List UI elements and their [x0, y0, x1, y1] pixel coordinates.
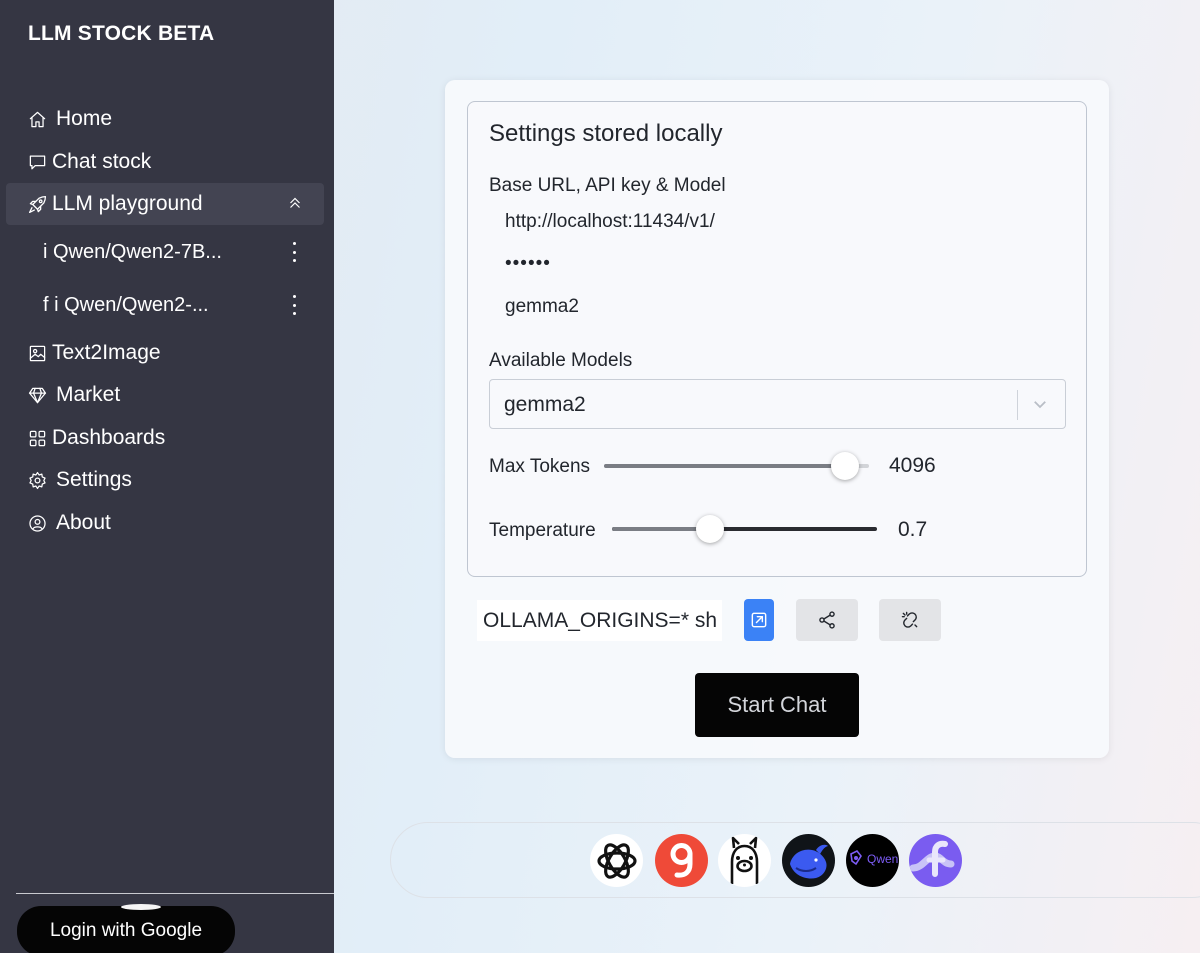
select-separator [1017, 390, 1018, 420]
llama-icon [730, 836, 759, 884]
unlink-button[interactable] [879, 599, 941, 641]
deepseek-logo[interactable] [782, 834, 835, 887]
max-tokens-slider[interactable] [604, 452, 869, 480]
whale-icon [790, 844, 828, 879]
provider-9-logo[interactable] [655, 834, 708, 887]
sidebar-subitem[interactable]: i Qwen/Qwen2-7B... [6, 230, 324, 274]
base-url-input[interactable] [505, 211, 1045, 233]
sidebar-subitem-label: i Qwen/Qwen2-7B... [43, 240, 222, 263]
sidebar-item-label: LLM playground [52, 192, 203, 215]
connection-label: Base URL, API key & Model [489, 175, 726, 196]
openai-icon [596, 842, 637, 879]
slider-fill [604, 464, 846, 468]
login-label: Login with Google [49, 920, 203, 941]
model-input[interactable] [505, 296, 1045, 318]
selected-model: gemma2 [504, 393, 586, 416]
button-highlight [121, 904, 161, 910]
chevron-double-up-icon[interactable] [286, 194, 306, 214]
sidebar-item-label: About [56, 511, 111, 534]
share-icon [819, 611, 835, 629]
sidebar-item-label: Market [56, 383, 121, 406]
gear-icon [26, 469, 48, 491]
ollama-command-input[interactable] [477, 600, 722, 641]
settings-panel: Settings stored locally Base URL, API ke… [467, 101, 1087, 577]
temperature-slider[interactable] [612, 515, 877, 543]
chevron-down-icon[interactable] [1031, 395, 1051, 415]
model-select[interactable]: gemma2 [489, 379, 1066, 429]
max-tokens-value: 4096 [889, 454, 936, 477]
sidebar-item-label: Dashboards [52, 426, 166, 449]
login-with-google-button[interactable]: Login with Google [17, 904, 235, 953]
sidebar-item-home[interactable]: Home [6, 98, 324, 140]
sidebar-subitem[interactable]: f i Qwen/Qwen2-... [6, 283, 324, 327]
sidebar-subitem-label: f i Qwen/Qwen2-... [43, 293, 209, 316]
sidebar-divider [16, 893, 334, 894]
api-key-input[interactable] [505, 253, 1045, 275]
home-icon [26, 108, 48, 130]
sidebar-item-about[interactable]: About [6, 502, 324, 544]
share-button[interactable] [796, 599, 858, 641]
sidebar-item-chat-stock[interactable]: Chat stock [6, 141, 324, 183]
fireworks-logo[interactable] [909, 834, 962, 887]
sidebar: LLM STOCK BETA Home Chat stock LLM playg… [0, 0, 334, 953]
sidebar-item-market[interactable]: Market [6, 374, 324, 416]
available-models-label: Available Models [489, 350, 633, 371]
slider-thumb[interactable] [696, 515, 725, 543]
open-link-button[interactable] [744, 599, 774, 641]
image-icon [26, 342, 48, 364]
unlink-icon [901, 611, 918, 628]
start-chat-button[interactable]: Start Chat [695, 673, 859, 737]
sidebar-item-text2image[interactable]: Text2Image [6, 332, 324, 374]
ollama-logo[interactable] [718, 834, 771, 887]
grid-icon [26, 427, 48, 449]
fireworks-icon [909, 840, 955, 877]
max-tokens-label: Max Tokens [489, 456, 591, 477]
qwen2-logo[interactable]: Qwen2 [846, 834, 899, 887]
chat-icon [26, 151, 48, 173]
sidebar-item-label: Home [56, 107, 113, 130]
diamond-icon [26, 384, 48, 406]
slider-thumb[interactable] [831, 452, 860, 480]
sidebar-item-label: Text2Image [52, 341, 161, 364]
sidebar-item-label: Settings [56, 468, 132, 491]
sidebar-item-llm-playground[interactable]: LLM playground [6, 183, 324, 225]
brand-title: LLM STOCK BETA [28, 22, 215, 45]
nine-icon [670, 843, 693, 878]
more-vertical-icon[interactable] [290, 295, 298, 315]
qwen2-label: Qwen2 [867, 852, 899, 866]
sidebar-item-settings[interactable]: Settings [6, 459, 324, 501]
llm-settings-card: Settings stored locally Base URL, API ke… [445, 80, 1109, 758]
sidebar-item-dashboards[interactable]: Dashboards [6, 417, 324, 459]
external-link-icon [751, 612, 767, 628]
rocket-icon [26, 193, 48, 215]
temperature-value: 0.7 [898, 518, 928, 541]
more-vertical-icon[interactable] [290, 242, 298, 262]
sidebar-item-label: Chat stock [52, 150, 152, 173]
openai-logo[interactable] [590, 834, 643, 887]
user-circle-icon [26, 512, 48, 534]
settings-title: Settings stored locally [489, 120, 723, 147]
temperature-label: Temperature [489, 520, 596, 541]
